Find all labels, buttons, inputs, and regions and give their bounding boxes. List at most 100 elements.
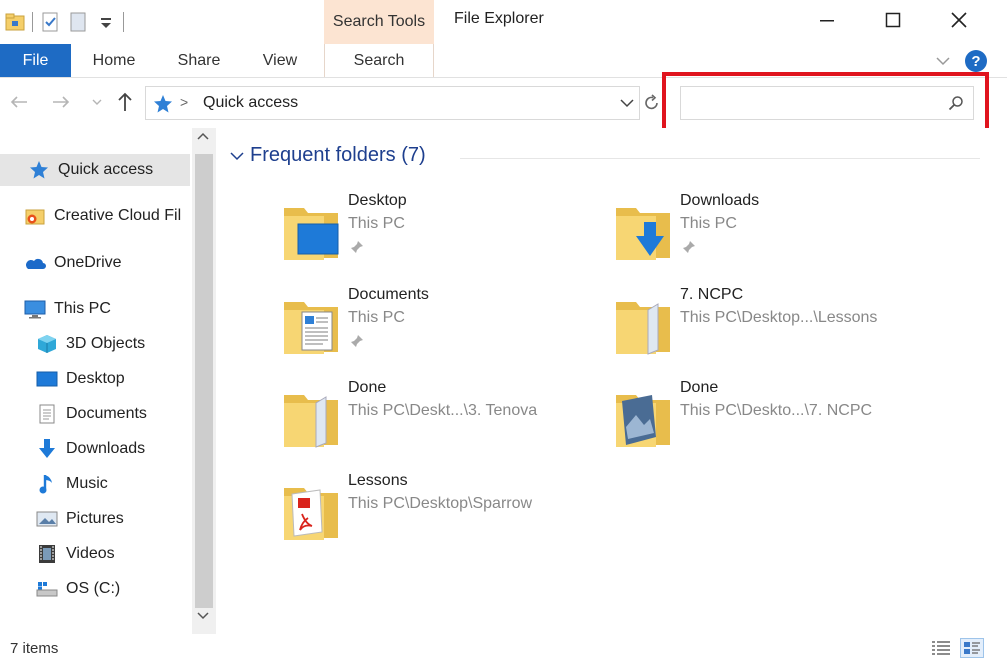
frequent-folders-group-header[interactable]: Frequent folders (7): [230, 144, 426, 167]
close-icon: [951, 12, 967, 28]
tab-file[interactable]: File: [0, 44, 71, 77]
sidebar-item-downloads[interactable]: Downloads: [0, 433, 190, 465]
photo-folder-icon: [616, 395, 670, 447]
sidebar-item-documents[interactable]: Documents: [0, 398, 190, 430]
sidebar-item-label: This PC: [54, 300, 111, 317]
folder-tile-downloads[interactable]: Downloads This PC: [614, 192, 934, 278]
sidebar-item-label: Creative Cloud Fil: [54, 207, 182, 224]
folder-tile-done-ncpc[interactable]: Done This PC\Deskto...\7. NCPC: [614, 379, 934, 465]
refresh-button[interactable]: [642, 92, 662, 114]
folder-tile-desktop[interactable]: Desktop This PC: [282, 192, 602, 278]
folder-name: Downloads: [680, 192, 760, 209]
scrollbar-thumb[interactable]: [195, 154, 213, 608]
folder-path: This PC\Desktop\Sparrow: [348, 495, 533, 512]
item-count: 7 items: [10, 640, 59, 657]
folder-tile-lessons[interactable]: Lessons This PC\Desktop\Sparrow: [282, 472, 602, 558]
title-bar: Search Tools File Explorer: [0, 0, 1007, 44]
desktop-folder-icon: [284, 208, 339, 260]
minimize-button[interactable]: [794, 0, 860, 40]
this-pc-icon: [24, 298, 46, 320]
pin-icon: [351, 335, 363, 347]
folder-path: This PC: [680, 215, 737, 232]
close-button[interactable]: [926, 0, 992, 40]
refresh-icon: [645, 94, 658, 110]
folder-tile-documents[interactable]: Documents This PC: [282, 286, 602, 372]
breadcrumb-separator[interactable]: >: [180, 94, 188, 110]
sidebar-item-onedrive[interactable]: OneDrive: [0, 247, 190, 279]
address-bar[interactable]: > Quick access: [145, 86, 640, 120]
collapse-chevron-icon: [230, 151, 244, 160]
onedrive-icon: [24, 252, 46, 274]
quick-access-toolbar: [4, 8, 124, 36]
expand-ribbon-chevron-icon[interactable]: [934, 52, 952, 70]
sidebar-item-creative-cloud[interactable]: Creative Cloud Fil: [0, 200, 190, 232]
pdf-folder-icon: [284, 488, 338, 540]
toolbar-separator: [123, 12, 124, 32]
tiles-view-icon[interactable]: [960, 638, 984, 658]
sidebar-item-label: OneDrive: [54, 254, 122, 271]
scroll-down-icon[interactable]: [197, 612, 209, 623]
group-divider: [460, 158, 980, 159]
documents-folder-icon: [284, 302, 338, 354]
sidebar-item-desktop[interactable]: Desktop: [0, 363, 190, 395]
sidebar-item-pictures[interactable]: Pictures: [0, 503, 190, 535]
sidebar-item-quick-access[interactable]: Quick access: [0, 154, 190, 186]
properties-icon[interactable]: [39, 11, 61, 33]
search-box[interactable]: [680, 86, 974, 120]
videos-icon: [36, 543, 58, 565]
search-icon[interactable]: [947, 94, 965, 112]
recent-locations-button[interactable]: [86, 90, 108, 114]
toolbar-separator: [32, 12, 33, 32]
forward-button[interactable]: [50, 90, 72, 114]
quick-access-star-icon: [152, 93, 174, 115]
sidebar-item-music[interactable]: Music: [0, 468, 190, 500]
help-icon[interactable]: ?: [965, 50, 987, 72]
scroll-up-icon[interactable]: [197, 132, 209, 143]
details-view-icon[interactable]: [930, 638, 952, 658]
sidebar-item-label: OS (C:): [66, 580, 121, 597]
status-bar: 7 items: [0, 634, 1007, 664]
desktop-icon: [36, 368, 58, 390]
sidebar-item-label: Downloads: [66, 440, 146, 457]
content-pane: Frequent folders (7) Desktop This PC Dow…: [216, 128, 1007, 634]
sidebar-item-label: Videos: [66, 545, 115, 562]
up-button[interactable]: [114, 90, 136, 114]
customize-toolbar-dropdown-icon[interactable]: [95, 11, 117, 33]
sidebar-item-label: Music: [66, 475, 108, 492]
pictures-icon: [36, 508, 58, 530]
tab-share[interactable]: Share: [164, 44, 234, 77]
tab-home[interactable]: Home: [78, 44, 150, 77]
folder-path: This PC\Deskto...\7. NCPC: [680, 402, 873, 419]
navigation-pane-scrollbar[interactable]: [192, 128, 216, 634]
folder-path: This PC\Desktop...\Lessons: [680, 309, 878, 326]
sidebar-item-label: Documents: [66, 405, 147, 422]
sidebar-item-this-pc[interactable]: This PC: [0, 293, 190, 325]
sidebar-item-videos[interactable]: Videos: [0, 538, 190, 570]
minimize-icon: [820, 20, 834, 22]
tab-search[interactable]: Search: [324, 44, 434, 77]
pin-icon: [351, 241, 363, 253]
breadcrumb-quick-access[interactable]: Quick access: [203, 94, 298, 112]
sidebar-item-os-drive[interactable]: OS (C:): [0, 573, 190, 605]
back-arrow-icon: [10, 96, 27, 108]
sidebar-item-3d-objects[interactable]: 3D Objects: [0, 328, 190, 360]
search-tools-contextual-label: Search Tools: [324, 0, 434, 44]
up-arrow-icon: [118, 92, 132, 111]
group-header-label: Frequent folders (7): [250, 144, 426, 166]
folder-name: Desktop: [348, 192, 407, 209]
quick-access-star-icon: [28, 159, 50, 181]
back-button[interactable]: [8, 90, 30, 114]
folder-tile-7-ncpc[interactable]: 7. NCPC This PC\Desktop...\Lessons: [614, 286, 934, 372]
tab-view[interactable]: View: [248, 44, 312, 77]
folder-path: This PC: [348, 309, 405, 326]
address-dropdown-chevron-icon[interactable]: [619, 95, 635, 111]
folder-tile-done-tenova[interactable]: Done This PC\Deskt...\3. Tenova: [282, 379, 602, 465]
search-input[interactable]: [681, 87, 941, 119]
address-row: > Quick access: [0, 78, 1007, 128]
folder-app-icon[interactable]: [4, 11, 26, 33]
folder-path: This PC: [348, 215, 405, 232]
maximize-button[interactable]: [860, 0, 926, 40]
ribbon-tab-bar: File Home Share View Search ?: [0, 44, 1007, 78]
sidebar-item-label: Pictures: [66, 510, 124, 527]
new-folder-icon[interactable]: [67, 11, 89, 33]
